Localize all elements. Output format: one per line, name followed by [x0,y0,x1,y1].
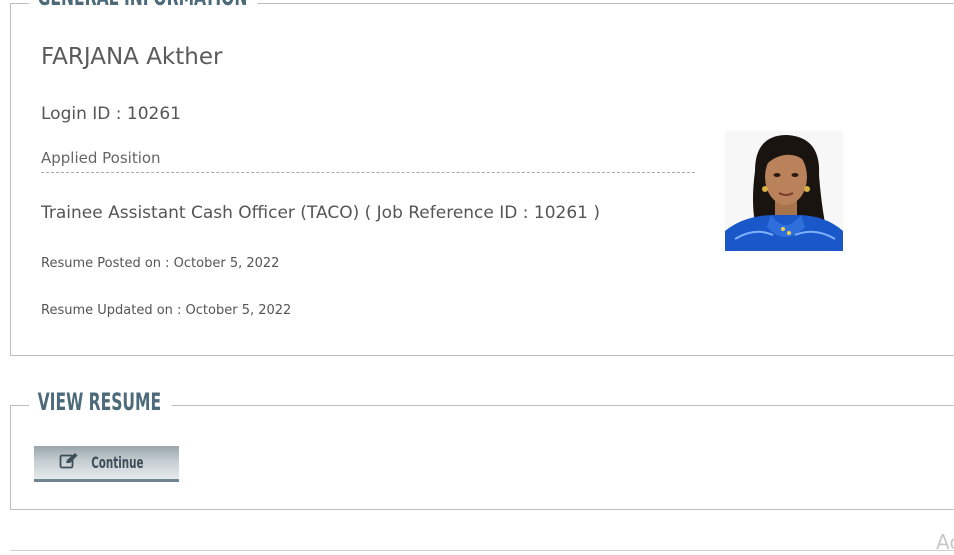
resume-updated-date: Resume Updated on : October 5, 2022 [41,303,292,318]
edit-icon [59,452,79,474]
resume-posted-date: Resume Posted on : October 5, 2022 [41,256,280,271]
applied-position-label: Applied Position [41,149,695,173]
view-resume-section: VIEW RESUME Continue [10,387,954,510]
applicant-name: FARJANA Akther [41,44,223,70]
page: GENERAL INFORMATION FARJANA Akther Login… [0,0,954,555]
general-information-section: GENERAL INFORMATION FARJANA Akther Login… [10,0,954,356]
view-resume-legend: VIEW RESUME [29,387,172,417]
bottom-divider [10,550,954,551]
login-id: Login ID : 10261 [41,104,181,124]
corner-text: Ac [936,530,954,554]
applicant-photo [725,131,843,251]
applied-position: Trainee Assistant Cash Officer (TACO) ( … [41,203,601,223]
general-information-legend: GENERAL INFORMATION [29,0,258,12]
continue-button-label: Continue [91,453,144,472]
continue-button[interactable]: Continue [34,446,179,482]
